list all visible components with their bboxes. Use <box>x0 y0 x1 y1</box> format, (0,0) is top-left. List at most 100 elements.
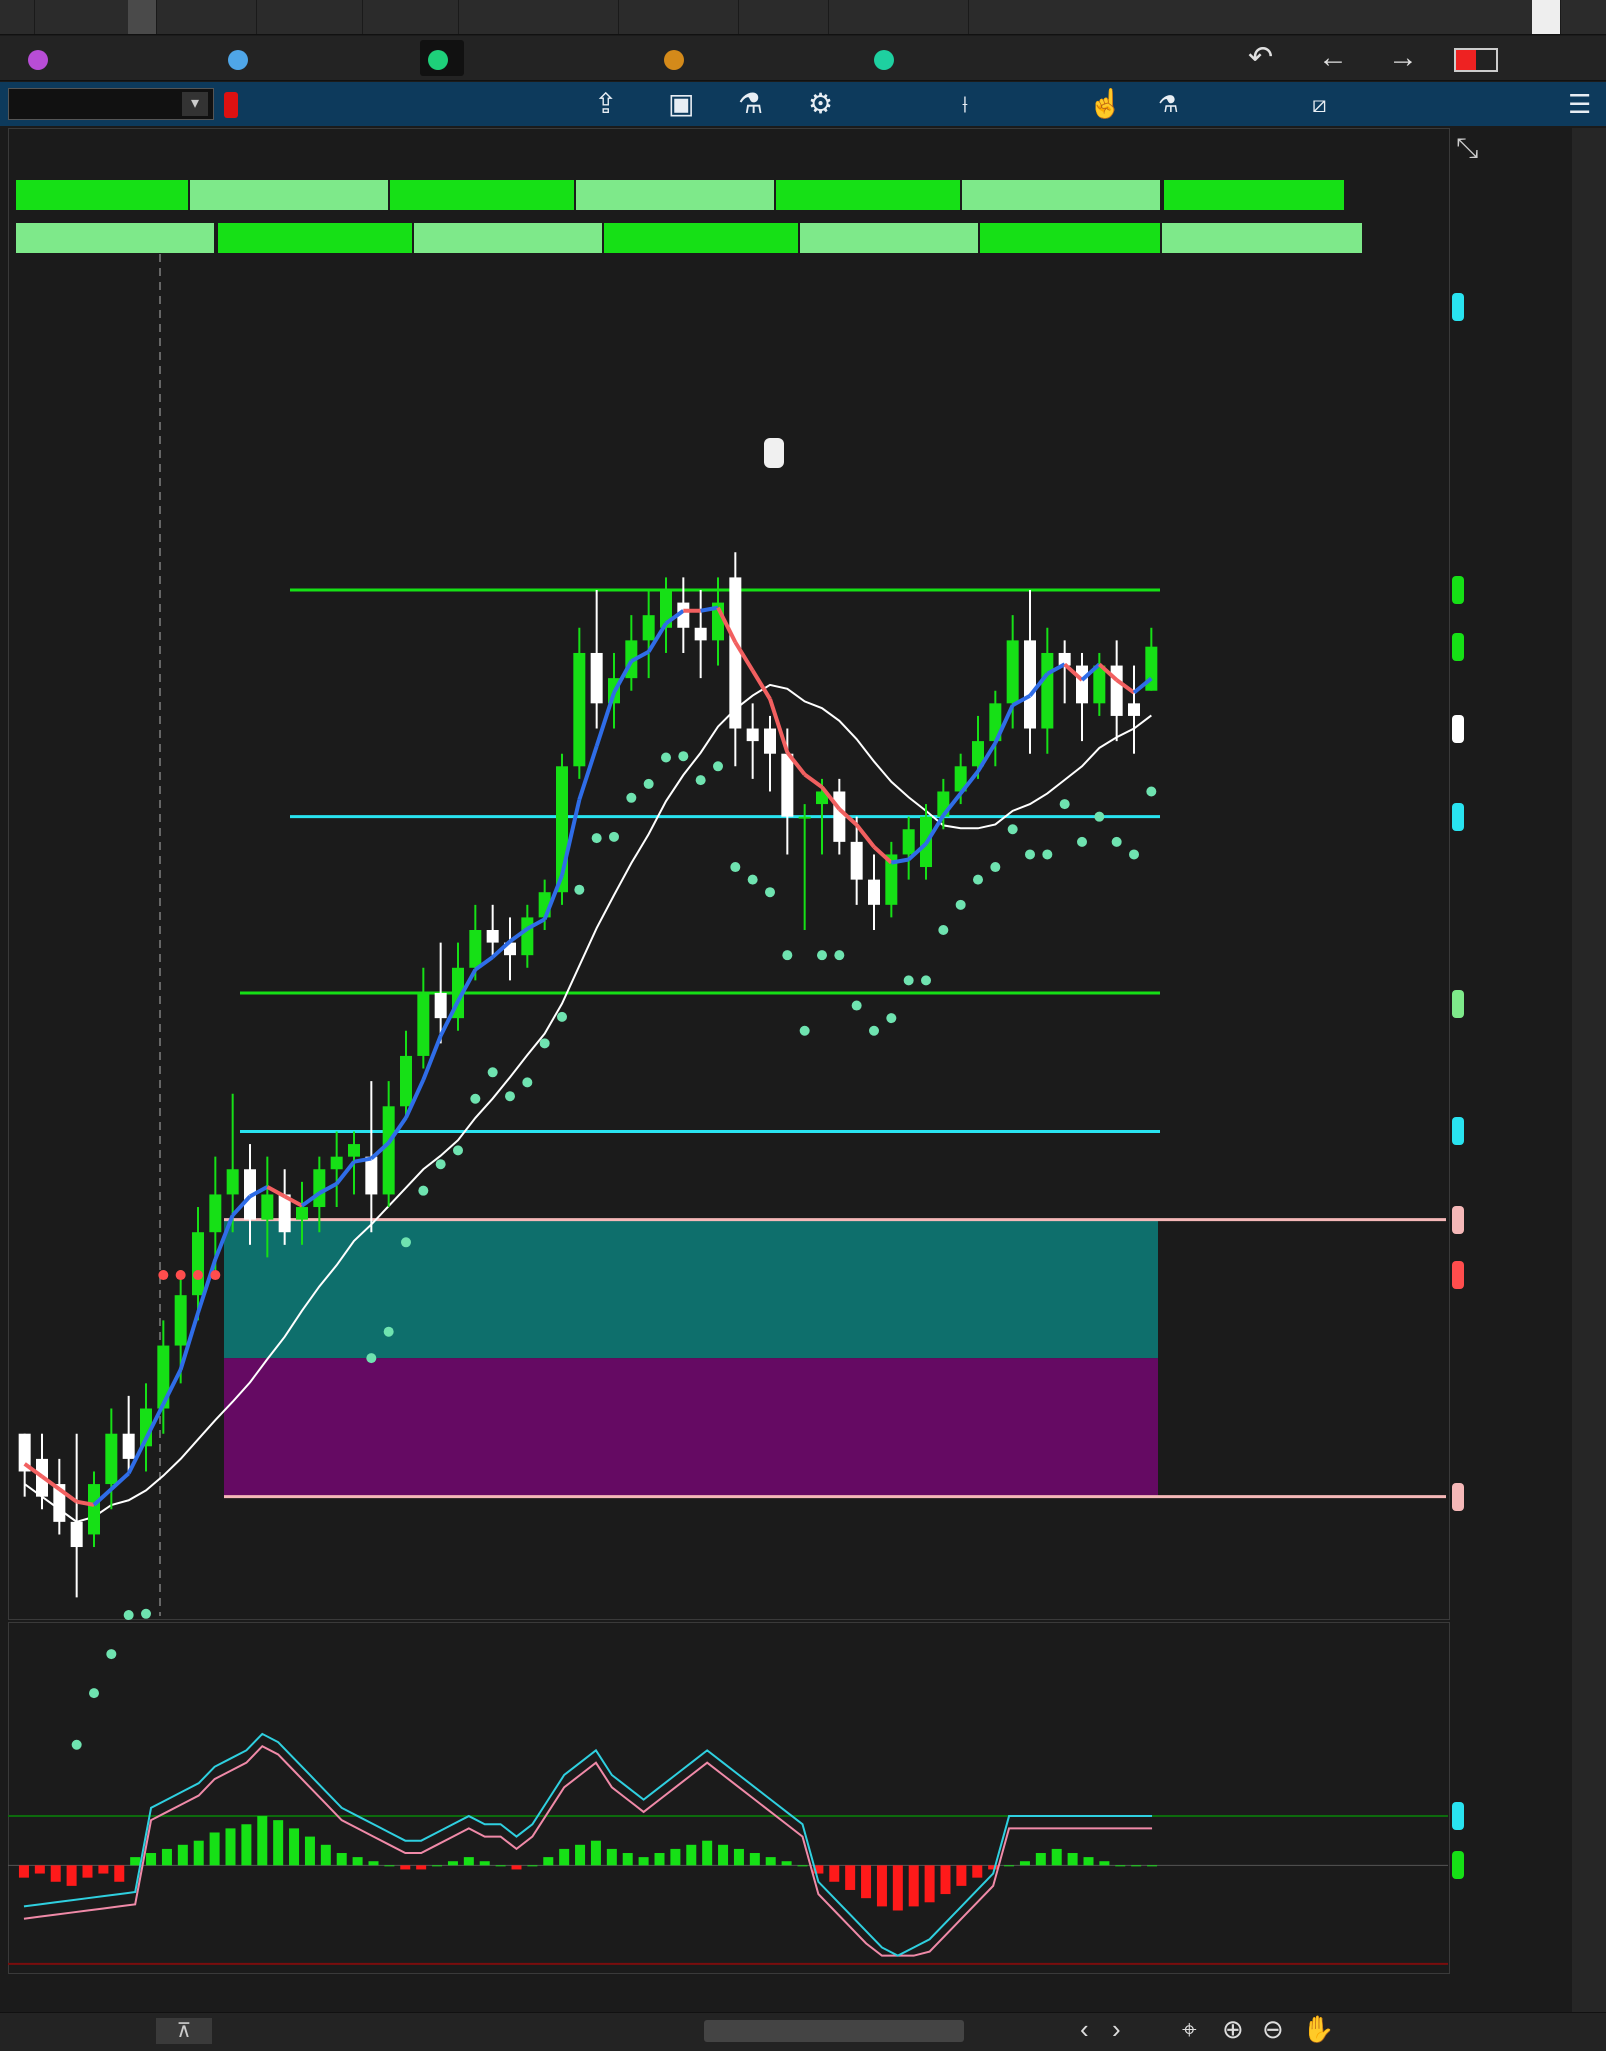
all-products-icon <box>28 49 48 70</box>
active-trader-button[interactable] <box>664 40 692 76</box>
target-label <box>1162 223 1362 253</box>
undo-icon[interactable]: ↶ <box>1248 40 1273 76</box>
target-label <box>776 180 960 210</box>
crosshair-icon[interactable]: ⌖ <box>1182 2014 1197 2046</box>
cursor-hand-icon[interactable]: ☝ <box>1088 82 1123 126</box>
candle-body <box>729 577 742 729</box>
sar-dot <box>817 950 827 961</box>
sar-dot <box>886 1013 897 1024</box>
studies-menu[interactable]: ⚗ <box>1158 82 1187 126</box>
sar-dot <box>539 1038 550 1049</box>
sar-dot <box>1129 849 1139 860</box>
collapse-icon[interactable]: ⤡ <box>1456 132 1478 165</box>
momentum-badge <box>1452 1802 1464 1831</box>
side-tab-option-chain[interactable] <box>1572 1020 1606 1030</box>
futures-trader-icon <box>428 49 448 70</box>
momentum-histogram-bar <box>940 1865 951 1895</box>
style-menu[interactable]: ⟊ <box>962 82 976 126</box>
horizontal-scrollbar[interactable] <box>704 2020 964 2042</box>
candle-body <box>313 1169 326 1208</box>
side-tab-level-ii[interactable] <box>1572 1450 1606 1460</box>
side-tab-live-news[interactable] <box>1572 1600 1606 1610</box>
momentum-histogram-bar <box>463 1857 474 1866</box>
side-tab-active-trader[interactable] <box>1572 590 1606 600</box>
on-demand-button[interactable] <box>1430 0 1458 34</box>
candle-body <box>70 1521 83 1548</box>
patterns-icon: ⧄ <box>1312 91 1327 117</box>
candle-body <box>781 753 794 817</box>
sar-dot <box>921 975 931 986</box>
menu-item-marketwatch[interactable] <box>430 0 459 34</box>
target-label <box>576 180 774 210</box>
side-tab-times-and-sales[interactable] <box>1572 420 1606 430</box>
back-icon[interactable]: ← <box>1318 40 1348 76</box>
momentum-histogram-bar <box>495 1865 506 1867</box>
sar-dot <box>903 975 914 986</box>
price-badge <box>1452 292 1464 321</box>
sar-dot <box>695 775 706 786</box>
menu-item-monitor[interactable] <box>6 0 35 34</box>
menu-item-help[interactable] <box>940 0 969 34</box>
candle-body <box>573 652 586 767</box>
side-tab-big-buttons[interactable] <box>1572 750 1606 760</box>
sar-dot-red <box>158 1270 169 1281</box>
zoom-out-icon[interactable]: ⊖ <box>1262 2014 1284 2045</box>
momentum-histogram-bar <box>606 1848 617 1866</box>
sar-dot <box>383 1326 394 1337</box>
expand-panel-icon[interactable]: ⊼ <box>156 2018 212 2044</box>
candle-body <box>521 917 534 956</box>
gear-icon[interactable]: ⚙ <box>808 82 833 126</box>
forward-icon[interactable]: → <box>1388 40 1418 76</box>
price-badge <box>1452 1205 1464 1234</box>
menu-item-charts[interactable] <box>590 0 619 34</box>
scroll-right-icon[interactable]: › <box>1112 2014 1121 2045</box>
momentum-histogram-bar <box>590 1840 601 1866</box>
share-icon[interactable]: ⇪ <box>594 82 617 126</box>
side-tab-dashboard[interactable] <box>1572 1340 1606 1350</box>
all-products-button[interactable] <box>28 40 56 76</box>
pairs-trader-button[interactable] <box>874 40 902 76</box>
candle-body <box>348 1144 360 1157</box>
candle-body <box>590 652 603 704</box>
momentum-histogram-bar <box>876 1865 887 1907</box>
target-label <box>980 223 1160 253</box>
sar-dot <box>765 887 775 898</box>
link-color-icon[interactable] <box>1454 48 1498 72</box>
zoom-in-icon[interactable]: ⊕ <box>1222 2014 1244 2045</box>
candle-body <box>1110 665 1123 716</box>
menu-item-tools[interactable] <box>710 0 739 34</box>
menu-item-scan[interactable] <box>334 0 363 34</box>
futures-trader-button[interactable] <box>420 40 464 76</box>
momentum-signal-line <box>23 1745 1153 1957</box>
price-badge <box>1452 989 1464 1018</box>
side-tab-chart[interactable] <box>1572 840 1606 850</box>
momentum-histogram-bar <box>98 1865 109 1874</box>
flask-icon[interactable]: ⚗ <box>738 82 763 126</box>
sar-dot <box>869 1025 879 1036</box>
studies-icon: ⚗ <box>1158 91 1179 117</box>
side-tab-trade[interactable] <box>1572 210 1606 220</box>
candle-body <box>330 1156 343 1170</box>
side-tab-phase-scores[interactable] <box>1572 1190 1606 1200</box>
menu-item-analyze[interactable] <box>228 0 257 34</box>
momentum-histogram-bar <box>257 1816 268 1866</box>
price-badge <box>1452 715 1464 744</box>
candle-body <box>1076 665 1088 704</box>
momentum-histogram-bar <box>273 1820 284 1866</box>
hot-keys-button[interactable] <box>1532 0 1561 34</box>
patterns-menu[interactable]: ⧄ <box>1312 82 1335 126</box>
sar-dot <box>89 1688 99 1699</box>
sar-dot <box>522 1077 533 1088</box>
forex-trader-button[interactable] <box>228 40 256 76</box>
menu-item-trade[interactable] <box>128 0 157 34</box>
calendar-icon[interactable]: ▣ <box>668 82 694 126</box>
symbol-dropdown-icon[interactable]: ▾ <box>182 92 208 116</box>
pan-hand-icon[interactable]: ✋ <box>1302 2014 1334 2045</box>
menu-item-education[interactable] <box>800 0 829 34</box>
candle-body <box>746 728 759 742</box>
momentum-histogram-bar <box>130 1857 141 1866</box>
target-label <box>962 180 1160 210</box>
scroll-left-icon[interactable]: ‹ <box>1080 2014 1089 2045</box>
candle-body <box>382 1106 395 1195</box>
menu-lines-icon[interactable]: ☰ <box>1568 82 1591 126</box>
